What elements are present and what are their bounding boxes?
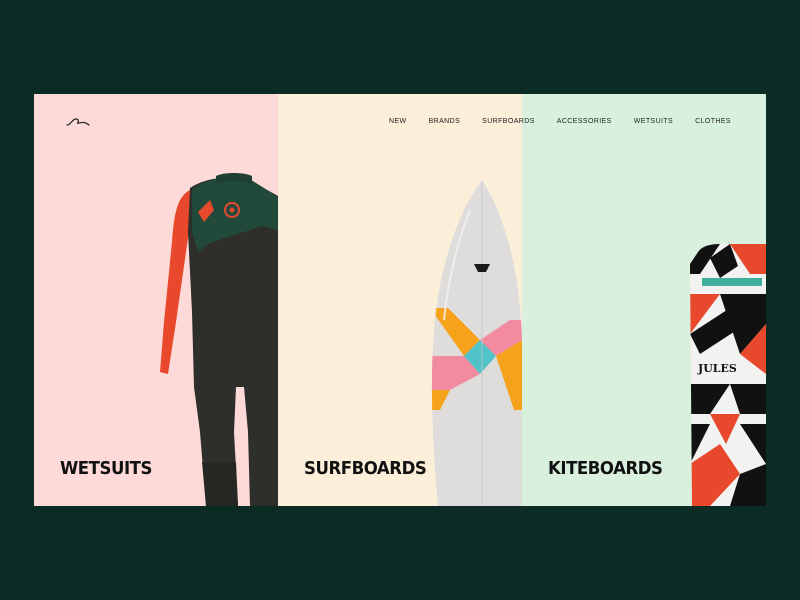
nav-item-new[interactable]: NEW (389, 118, 407, 125)
kiteboard-brand-text: JULES (697, 362, 737, 375)
surfboard-image (431, 180, 522, 506)
nav-item-accessories[interactable]: ACCESSORIES (557, 118, 612, 125)
wetsuit-image (160, 173, 278, 506)
nav-item-clothes[interactable]: CLOTHES (695, 118, 731, 125)
category-showcase: WETSUITS SURFBOARDS JULES KITEBOARDS NEW… (34, 94, 766, 506)
panel-kiteboards[interactable]: JULES KITEBOARDS (522, 94, 766, 506)
panel-label-wetsuits[interactable]: WETSUITS (60, 458, 152, 479)
panel-surfboards[interactable]: SURFBOARDS (278, 94, 522, 506)
kiteboard-image: JULES (690, 244, 766, 506)
nav-item-brands[interactable]: BRANDS (429, 118, 461, 125)
nav-item-wetsuits[interactable]: WETSUITS (634, 118, 673, 125)
panel-label-surfboards[interactable]: SURFBOARDS (304, 458, 427, 479)
top-nav: NEW BRANDS SURFBOARDS ACCESSORIES WETSUI… (367, 118, 731, 125)
panel-label-kiteboards[interactable]: KITEBOARDS (548, 458, 663, 479)
wave-icon[interactable] (66, 116, 90, 128)
panel-wetsuits[interactable]: WETSUITS (34, 94, 278, 506)
nav-item-surfboards[interactable]: SURFBOARDS (482, 118, 535, 125)
